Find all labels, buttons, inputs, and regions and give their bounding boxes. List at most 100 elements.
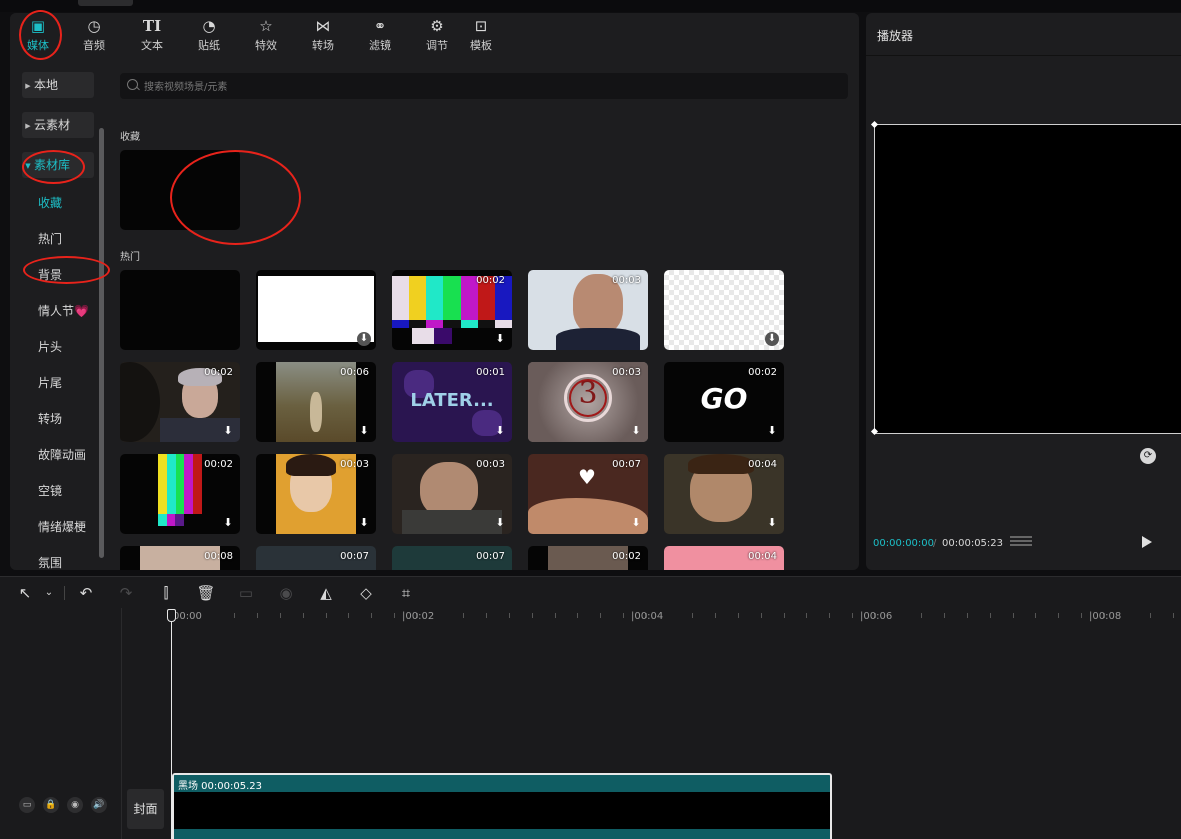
download-icon[interactable]: ⬇ (629, 424, 643, 438)
ruler-tick (783, 613, 785, 618)
playhead-handle[interactable] (167, 609, 176, 622)
media-thumb[interactable]: LATER... 00:01 ⬇ (392, 362, 512, 442)
sidebar-item-valentines[interactable]: 情人节💗 (38, 302, 89, 320)
color-bars (158, 454, 202, 514)
tab-effects[interactable]: ☆ 特效 (241, 16, 291, 54)
tab-audio[interactable]: ◷ 音频 (69, 16, 119, 54)
media-thumb-transparent[interactable]: ⬇ (664, 270, 784, 350)
sidebar-header-cloud[interactable]: ▶ 云素材 (22, 112, 94, 138)
color-bars-lower (158, 514, 185, 526)
download-icon[interactable]: ⬇ (765, 424, 779, 438)
sidebar-header-local[interactable]: ▶ 本地 (22, 72, 94, 98)
ruler-tick (394, 613, 396, 618)
media-thumb[interactable]: 00:07 (392, 546, 512, 570)
eye-icon[interactable]: ◉ (67, 797, 83, 813)
duration-label: 00:02 (204, 367, 233, 378)
triangle-right-icon: ▶ (25, 81, 31, 90)
media-thumb[interactable]: 00:03 ⬇ (256, 454, 376, 534)
time-ruler[interactable]: 00:00 |00:02 |00:04 |00:06 |00:08 (122, 608, 1181, 628)
sidebar-item-glitch[interactable]: 故障动画 (38, 446, 86, 464)
media-thumb[interactable]: 3 00:03 ⬇ (528, 362, 648, 442)
mirror-icon[interactable]: ◭ (315, 582, 337, 604)
play-button[interactable] (1142, 536, 1152, 548)
search-box[interactable] (120, 73, 848, 101)
download-icon[interactable]: ⬇ (493, 424, 507, 438)
sidebar-item-background[interactable]: 背景 (38, 266, 62, 284)
chevron-down-icon[interactable]: ⌄ (38, 582, 60, 604)
sidebar-item-atmosphere[interactable]: 氛围 (38, 554, 62, 570)
crop-icon[interactable]: ⌗ (395, 582, 417, 604)
download-icon[interactable]: ⬇ (493, 516, 507, 530)
sidebar-item-empty-shot[interactable]: 空镜 (38, 482, 62, 500)
ruler-tick (623, 613, 625, 618)
media-thumb[interactable]: 00:03 (528, 270, 648, 350)
download-icon[interactable]: ⬇ (493, 332, 507, 346)
media-thumb[interactable]: 00:02 ⬇ (120, 362, 240, 442)
download-icon[interactable]: ⬇ (221, 424, 235, 438)
sidebar-item-meme[interactable]: 情绪爆梗 (38, 518, 86, 536)
media-thumb[interactable]: 00:04 (664, 546, 784, 570)
divider (866, 55, 1181, 56)
tab-adjust[interactable]: ⚙ 调节 (412, 16, 462, 54)
sidebar-item-favorites[interactable]: 收藏 (38, 194, 62, 212)
ruler-tick (256, 613, 258, 618)
duration-label: 00:07 (340, 551, 369, 562)
grid-icon[interactable] (1010, 536, 1032, 550)
divider (64, 586, 65, 600)
lock-icon[interactable]: 🔒 (43, 797, 59, 813)
sidebar-header-library[interactable]: ▼ 素材库 (22, 152, 94, 178)
rotate-icon[interactable]: ◇ (355, 582, 377, 604)
download-icon[interactable]: ⬇ (357, 424, 371, 438)
sidebar-scrollbar[interactable] (99, 128, 104, 558)
media-thumb[interactable]: GO 00:02 ⬇ (664, 362, 784, 442)
ruler-label: |00:02 (402, 611, 435, 622)
clip-header: 黑场 00:00:05.23 (174, 775, 830, 792)
media-thumb[interactable]: 00:04 ⬇ (664, 454, 784, 534)
ruler-tick (1172, 613, 1174, 618)
ruler-tick (554, 613, 556, 618)
media-thumb[interactable] (120, 270, 240, 350)
tab-filter[interactable]: ⚭ 滤镜 (355, 16, 405, 54)
cover-button[interactable]: 封面 (127, 789, 164, 829)
tab-template[interactable]: ⊡ 模板 (456, 16, 506, 54)
media-thumb[interactable]: 00:02 (528, 546, 648, 570)
duration-label: 00:02 (612, 551, 641, 562)
select-cursor-icon[interactable]: ↖ (14, 582, 36, 604)
person-suit (402, 510, 502, 534)
top-tab[interactable] (78, 0, 133, 6)
download-icon[interactable]: ⬇ (765, 332, 779, 346)
download-icon[interactable]: ⬇ (221, 516, 235, 530)
undo-icon[interactable]: ↶ (75, 582, 97, 604)
tab-sticker[interactable]: ◔ 贴纸 (184, 16, 234, 54)
tab-media[interactable]: ▣ 媒体 (13, 16, 63, 54)
media-thumb[interactable]: 00:03 ⬇ (392, 454, 512, 534)
media-thumb[interactable]: 00:08 (120, 546, 240, 570)
favorite-thumb-black[interactable] (120, 150, 240, 230)
search-input[interactable] (142, 73, 836, 101)
split-icon[interactable]: ⫿ (155, 582, 177, 604)
delete-icon[interactable]: 🗑 (195, 582, 217, 604)
tab-transition[interactable]: ⋈ 转场 (298, 16, 348, 54)
sidebar-item-hot[interactable]: 热门 (38, 230, 62, 248)
media-thumb[interactable]: 00:07 (256, 546, 376, 570)
media-thumb[interactable]: 00:02 ⬇ (392, 270, 512, 350)
download-icon[interactable]: ⬇ (357, 332, 371, 346)
track-video-icon[interactable]: ▭ (19, 797, 35, 813)
media-thumb[interactable]: ⬇ (256, 270, 376, 350)
media-thumb[interactable]: 00:06 ⬇ (256, 362, 376, 442)
volume-icon[interactable]: 🔊 (91, 797, 107, 813)
download-icon[interactable]: ⬇ (357, 516, 371, 530)
ruler-tick (1081, 613, 1083, 618)
adjust-icon: ⚙ (430, 17, 444, 35)
download-icon[interactable]: ⬇ (765, 516, 779, 530)
player-preview[interactable] (874, 124, 1181, 434)
sidebar-item-outro[interactable]: 片尾 (38, 374, 62, 392)
sidebar-item-transition[interactable]: 转场 (38, 410, 62, 428)
download-icon[interactable]: ⬇ (629, 516, 643, 530)
timeline-clip[interactable]: 黑场 00:00:05.23 (172, 773, 832, 839)
tab-text[interactable]: TI 文本 (127, 16, 177, 54)
media-thumb[interactable]: ♥ 00:07 ⬇ (528, 454, 648, 534)
sidebar-item-intro[interactable]: 片头 (38, 338, 62, 356)
reset-icon[interactable]: ⟳ (1140, 448, 1156, 464)
media-thumb[interactable]: 00:02 ⬇ (120, 454, 240, 534)
